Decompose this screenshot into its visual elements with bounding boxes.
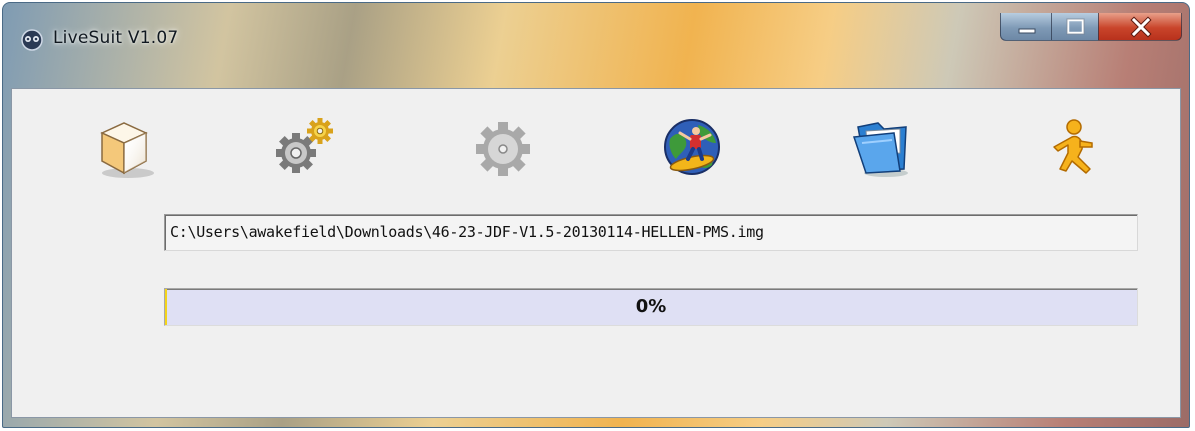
progress-label: 0% bbox=[635, 296, 667, 317]
close-icon bbox=[1130, 16, 1152, 38]
globe-surfer-icon bbox=[664, 119, 720, 175]
folder-button[interactable] bbox=[848, 113, 918, 181]
web-button[interactable] bbox=[658, 113, 728, 181]
main-panel: C:\Users\awakefield\Downloads\46-23-JDF-… bbox=[11, 88, 1181, 418]
livesuit-app-icon[interactable] bbox=[21, 29, 43, 51]
gears-settings-icon bbox=[276, 118, 333, 173]
running-man-icon bbox=[1053, 119, 1093, 174]
package-button[interactable] bbox=[88, 113, 158, 181]
window-title: LiveSuit V1.07 bbox=[53, 28, 179, 48]
settings-button[interactable] bbox=[270, 113, 340, 181]
maximize-button[interactable] bbox=[1051, 13, 1099, 41]
gear-disabled-icon bbox=[476, 122, 530, 176]
app-window: LiveSuit V1.07 C:\Users\awakefield\Downl… bbox=[2, 2, 1190, 428]
maximize-icon bbox=[1066, 18, 1085, 35]
package-box-icon bbox=[100, 122, 154, 178]
minimize-button[interactable] bbox=[1000, 13, 1052, 41]
close-button[interactable] bbox=[1098, 13, 1182, 41]
image-path-field[interactable]: C:\Users\awakefield\Downloads\46-23-JDF-… bbox=[164, 214, 1138, 251]
run-button[interactable] bbox=[1038, 113, 1108, 181]
progress-bar: 0% bbox=[164, 288, 1138, 326]
gear-button[interactable] bbox=[468, 113, 538, 181]
minimize-icon bbox=[1018, 28, 1036, 34]
open-folder-icon bbox=[852, 122, 908, 177]
title-bar[interactable]: LiveSuit V1.07 bbox=[3, 3, 1189, 89]
